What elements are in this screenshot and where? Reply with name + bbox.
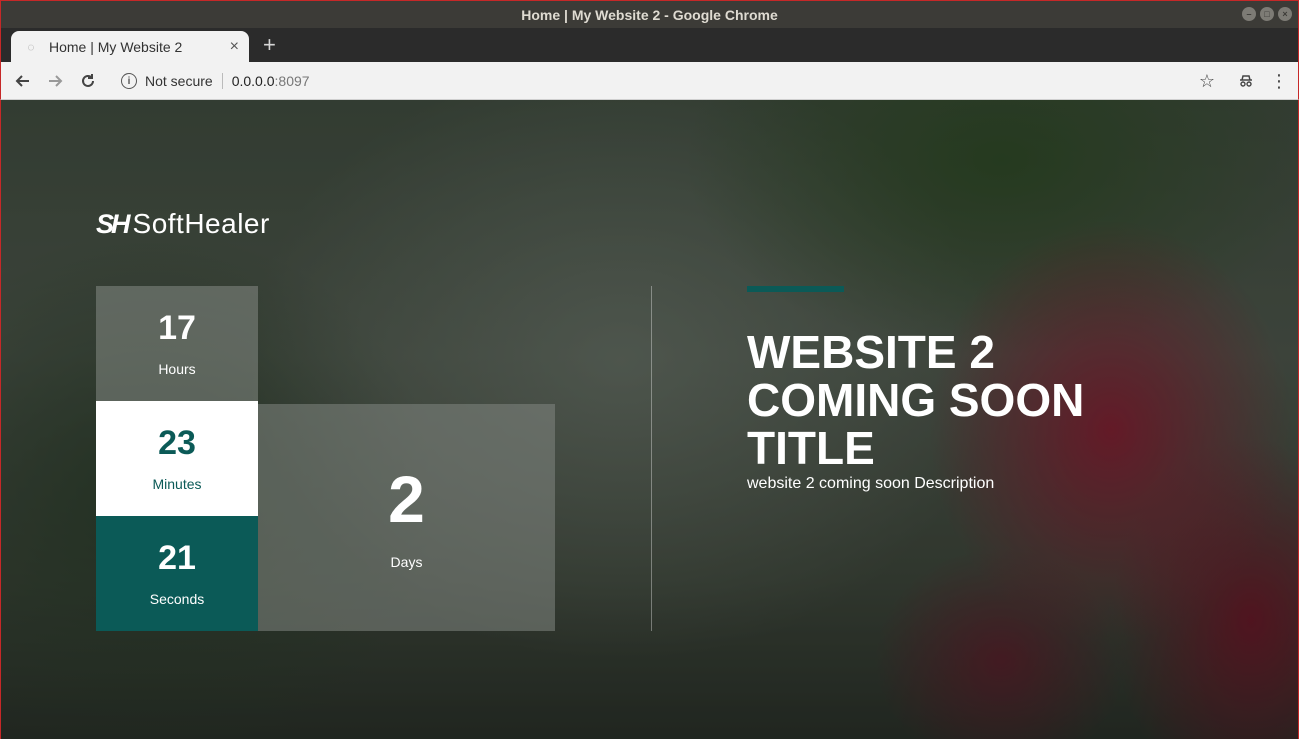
tab-title: Home | My Website 2 <box>49 38 183 55</box>
browser-toolbar: i Not secure 0.0.0.0 :8097 ☆ ⋮ <box>0 62 1299 100</box>
close-window-icon[interactable]: × <box>1278 7 1292 21</box>
info-icon[interactable]: i <box>121 73 137 89</box>
incognito-icon[interactable] <box>1234 69 1258 93</box>
page-favicon-icon: ◌ <box>27 39 35 54</box>
address-separator <box>221 73 223 89</box>
hours-value: 17 <box>158 308 196 347</box>
countdown-days: 2 Days <box>258 404 555 631</box>
countdown-hours: 17 Hours <box>96 286 258 401</box>
vertical-divider <box>651 286 652 631</box>
days-label: Days <box>390 553 423 570</box>
coming-soon-title: WEBSITE 2 COMING SOON TITLE <box>747 328 1177 472</box>
bookmark-star-icon[interactable]: ☆ <box>1195 69 1219 93</box>
window-title: Home | My Website 2 - Google Chrome <box>521 6 778 23</box>
url-port[interactable]: :8097 <box>275 73 310 89</box>
logo-wordmark: SoftHealer <box>132 208 270 239</box>
seconds-value: 21 <box>158 538 196 577</box>
minutes-value: 23 <box>158 423 196 462</box>
close-tab-icon[interactable]: × <box>230 38 239 56</box>
softhealer-logo: SH SoftHealer <box>96 208 270 240</box>
url-host[interactable]: 0.0.0.0 <box>232 73 275 89</box>
minutes-label: Minutes <box>152 475 202 492</box>
window-controls: – □ × <box>1242 7 1292 21</box>
address-bar[interactable]: i Not secure 0.0.0.0 :8097 <box>111 68 1231 94</box>
security-label[interactable]: Not secure <box>145 73 213 89</box>
headline-line: WEBSITE 2 <box>747 326 995 378</box>
headline-line: COMING SOON <box>747 374 1085 426</box>
window-title-bar: Home | My Website 2 - Google Chrome – □ … <box>0 0 1299 28</box>
new-tab-button[interactable]: + <box>263 32 276 58</box>
forward-icon[interactable] <box>43 69 67 93</box>
browser-tab[interactable]: ◌ Home | My Website 2 × <box>11 31 249 62</box>
countdown-minutes: 23 Minutes <box>96 401 258 516</box>
coming-soon-description: website 2 coming soon Description <box>747 475 995 492</box>
page-content: SH SoftHealer 17 Hours 23 Minutes 21 Sec… <box>0 100 1299 739</box>
headline-line: TITLE <box>747 422 875 474</box>
reload-icon[interactable] <box>76 69 100 93</box>
maximize-icon[interactable]: □ <box>1260 7 1274 21</box>
tab-strip: ◌ Home | My Website 2 × + <box>0 28 1299 62</box>
minimize-icon[interactable]: – <box>1242 7 1256 21</box>
menu-kebab-icon[interactable]: ⋮ <box>1267 69 1291 93</box>
hours-label: Hours <box>158 360 196 377</box>
seconds-label: Seconds <box>149 590 205 607</box>
back-icon[interactable] <box>11 69 35 93</box>
accent-bar <box>747 286 844 292</box>
countdown-seconds: 21 Seconds <box>96 516 258 631</box>
days-value: 2 <box>388 461 425 536</box>
logo-mark: SH <box>96 208 130 239</box>
